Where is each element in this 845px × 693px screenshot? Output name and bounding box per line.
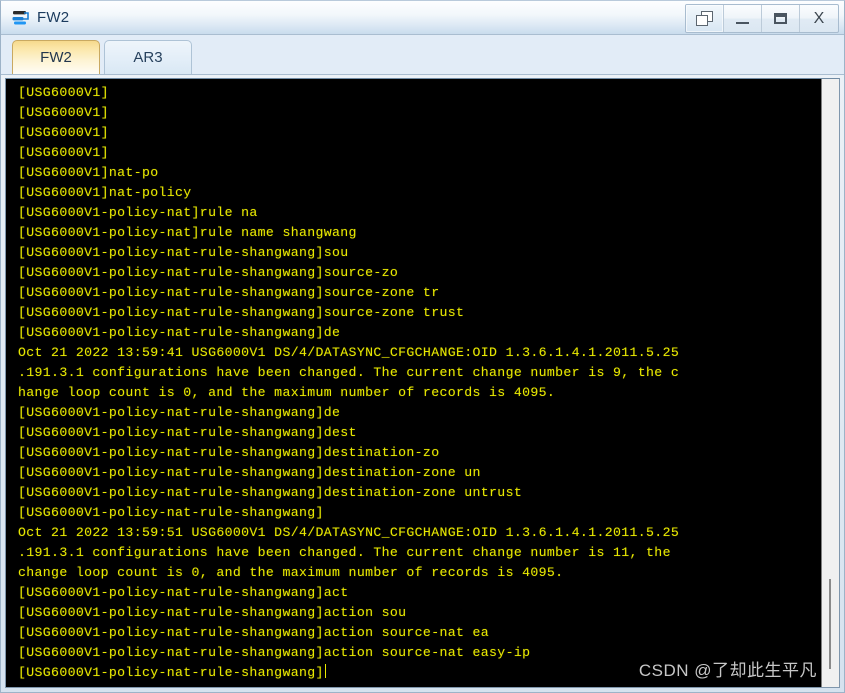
terminal-line: [USG6000V1-policy-nat-rule-shangwang] bbox=[18, 505, 324, 520]
terminal-line: change loop count is 0, and the maximum … bbox=[18, 565, 564, 580]
terminal-output[interactable]: [USG6000V1] [USG6000V1] [USG6000V1] [USG600… bbox=[6, 79, 821, 687]
terminal-line: [USG6000V1-policy-nat-rule-shangwang]des… bbox=[18, 465, 481, 480]
firewall-device-icon bbox=[11, 8, 30, 27]
terminal-line: Oct 21 2022 13:59:51 USG6000V1 DS/4/DATA… bbox=[18, 525, 680, 540]
titlebar-left: FW2 bbox=[1, 8, 69, 27]
terminal-line: [USG6000V1-policy-nat-rule-shangwang]sou… bbox=[18, 265, 399, 280]
terminal-line: [USG6000V1-policy-nat]rule name shangwan… bbox=[18, 225, 357, 240]
terminal-line: [USG6000V1-policy-nat-rule-shangwang]de bbox=[18, 405, 341, 420]
terminal-prompt-line[interactable]: [USG6000V1-policy-nat-rule-shangwang] bbox=[6, 663, 821, 683]
tab-strip: FW2 AR3 bbox=[1, 35, 844, 75]
minimize-button[interactable] bbox=[724, 5, 762, 32]
window-title: FW2 bbox=[37, 9, 70, 26]
maximize-button[interactable] bbox=[762, 5, 800, 32]
terminal-line: [USG6000V1-policy-nat]rule na bbox=[18, 205, 258, 220]
terminal-line: [USG6000V1-policy-nat-rule-shangwang]des… bbox=[18, 445, 440, 460]
terminal-line: Oct 21 2022 13:59:41 USG6000V1 DS/4/DATA… bbox=[18, 345, 680, 360]
terminal-panel: [USG6000V1] [USG6000V1] [USG6000V1] [USG600… bbox=[5, 78, 840, 688]
tab-fw2-label: FW2 bbox=[40, 49, 72, 66]
terminal-line: [USG6000V1-policy-nat-rule-shangwang]sou bbox=[18, 245, 349, 260]
terminal-line: [USG6000V1]nat-po bbox=[18, 165, 159, 180]
tab-ar3-label: AR3 bbox=[133, 49, 163, 66]
terminal-line: .191.3.1 configurations have been change… bbox=[18, 365, 680, 380]
close-button[interactable]: X bbox=[800, 5, 838, 32]
close-icon: X bbox=[813, 9, 825, 27]
terminal-line: [USG6000V1]nat-policy bbox=[18, 185, 192, 200]
terminal-line: .191.3.1 configurations have been change… bbox=[18, 545, 671, 560]
terminal-line: [USG6000V1-policy-nat-rule-shangwang]sou… bbox=[18, 305, 465, 320]
terminal-scrollbar[interactable] bbox=[821, 79, 839, 687]
titlebar: FW2 X bbox=[1, 1, 844, 35]
restore-window-button[interactable] bbox=[686, 5, 724, 32]
application-window: FW2 X FW2 AR3 [USG6000V1] [USG6000V1] [U… bbox=[0, 0, 845, 693]
tab-ar3[interactable]: AR3 bbox=[104, 40, 192, 74]
terminal-line: [USG6000V1] bbox=[18, 145, 109, 160]
scrollbar-thumb[interactable] bbox=[829, 579, 831, 669]
terminal-line: [USG6000V1-policy-nat-rule-shangwang]act bbox=[18, 585, 349, 600]
minimize-icon bbox=[736, 21, 749, 24]
terminal-line: [USG6000V1-policy-nat-rule-shangwang]sou… bbox=[18, 285, 440, 300]
terminal-line: [USG6000V1] bbox=[18, 125, 109, 140]
terminal-line: [USG6000V1] bbox=[18, 85, 109, 100]
terminal-line: [USG6000V1-policy-nat-rule-shangwang]act… bbox=[18, 625, 490, 640]
tab-fw2[interactable]: FW2 bbox=[12, 40, 100, 74]
terminal-line: [USG6000V1-policy-nat-rule-shangwang]act… bbox=[18, 605, 407, 620]
terminal-line: [USG6000V1-policy-nat-rule-shangwang]act… bbox=[18, 645, 531, 660]
terminal-line: [USG6000V1-policy-nat-rule-shangwang]des… bbox=[18, 425, 357, 440]
terminal-line: [USG6000V1-policy-nat-rule-shangwang]des… bbox=[18, 485, 523, 500]
text-cursor bbox=[324, 664, 327, 678]
window-controls: X bbox=[685, 4, 839, 33]
terminal-prompt-text: [USG6000V1-policy-nat-rule-shangwang] bbox=[18, 665, 324, 680]
terminal-line: [USG6000V1] bbox=[18, 105, 109, 120]
terminal-line: hange loop count is 0, and the maximum n… bbox=[18, 385, 556, 400]
terminal-line: [USG6000V1-policy-nat-rule-shangwang]de bbox=[18, 325, 341, 340]
restore-window-icon bbox=[696, 11, 713, 26]
maximize-icon bbox=[774, 13, 787, 24]
